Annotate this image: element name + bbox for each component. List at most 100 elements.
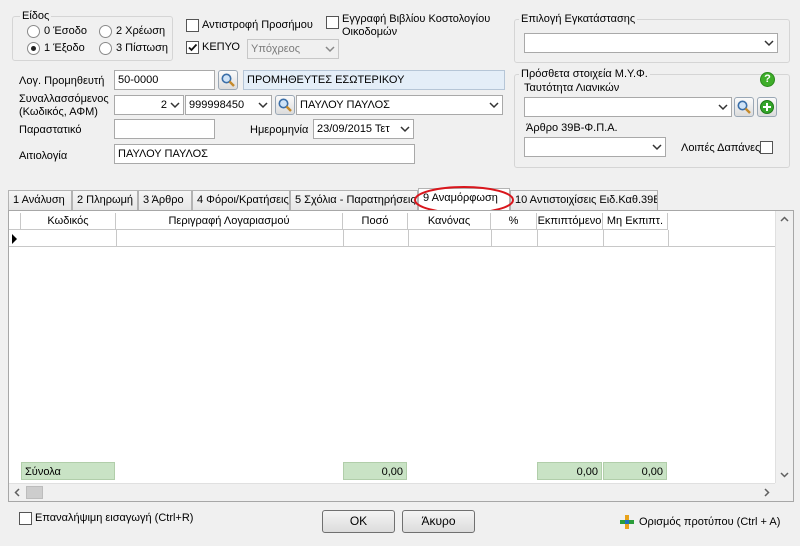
radio-expense[interactable] — [27, 42, 40, 55]
radio-expense-label: 1 Έξοδο — [44, 42, 85, 54]
facility-group-title: Επιλογή Εγκατάστασης — [519, 13, 638, 25]
radio-credit-label: 3 Πίστωση — [116, 42, 169, 54]
date-value: 23/09/2015 Τετ — [317, 123, 390, 135]
other-expenses-label: Λοιπές Δαπάνες — [681, 142, 761, 154]
grid-header-non-deductible[interactable]: Μη Εκπιπτ. — [603, 213, 668, 230]
tab-payment[interactable]: 2 Πληρωμή — [72, 190, 138, 210]
document-input[interactable] — [114, 119, 215, 139]
search-icon — [737, 100, 751, 114]
date-picker[interactable]: 23/09/2015 Τετ — [313, 119, 414, 139]
chevron-down-icon — [489, 102, 499, 109]
grid-row-separator — [116, 230, 117, 247]
radio-income[interactable] — [27, 25, 40, 38]
scroll-down-icon[interactable] — [776, 466, 793, 483]
search-icon — [278, 98, 292, 112]
facility-select[interactable] — [524, 33, 778, 53]
grid-row-separator — [408, 230, 409, 247]
retail-id-search-button[interactable] — [734, 97, 754, 117]
grid-row-separator — [491, 230, 492, 247]
counterparty-name-value: ΠΑΥΛΟΥ ΠΑΥΛΟΣ — [300, 99, 390, 111]
date-label: Ημερομηνία — [250, 124, 309, 136]
construction-book-checkbox[interactable] — [326, 16, 339, 29]
grid-row-separator — [603, 230, 604, 247]
tab-analysis[interactable]: 1 Ανάλυση — [8, 190, 72, 210]
supplier-code-input[interactable]: 50-0000 — [114, 70, 215, 90]
counterparty-afm-value: 999998450 — [189, 99, 245, 111]
counterparty-label-line2: (Κωδικός, ΑΦΜ) — [19, 106, 98, 118]
totals-label: Σύνολα — [21, 462, 115, 480]
other-expenses-checkbox[interactable] — [760, 141, 773, 154]
grid-panel[interactable] — [8, 210, 794, 502]
grid-row-separator — [537, 230, 538, 247]
scroll-right-icon[interactable] — [758, 484, 775, 501]
chevron-down-icon — [170, 102, 180, 109]
template-icon[interactable] — [619, 514, 635, 530]
total-deductible: 0,00 — [537, 462, 602, 480]
tab-article[interactable]: 3 Άρθρο — [138, 190, 192, 210]
grid-new-row[interactable] — [9, 230, 775, 247]
reverse-sign-checkbox[interactable] — [186, 19, 199, 32]
retail-id-label: Ταυτότητα Λιανικών — [524, 82, 620, 94]
counterparty-code-select[interactable]: 2 — [114, 95, 184, 115]
total-non-deductible: 0,00 — [603, 462, 667, 480]
retail-id-add-button[interactable] — [757, 97, 777, 117]
grid-row-separator — [668, 230, 669, 247]
article-39b-label: Άρθρο 39Β-Φ.Π.Α. — [526, 122, 618, 134]
retail-id-select[interactable] — [524, 97, 732, 117]
ok-button[interactable]: OK — [322, 510, 395, 533]
counterparty-afm-select[interactable]: 999998450 — [185, 95, 272, 115]
grid-header-indicator — [9, 213, 21, 230]
horizontal-scrollbar[interactable] — [9, 483, 775, 501]
chevron-down-icon — [400, 126, 410, 133]
scroll-corner — [775, 483, 793, 501]
horizontal-scroll-thumb[interactable] — [26, 486, 43, 499]
grid-header-deductible[interactable]: Εκπιπτόμενο — [537, 213, 603, 230]
grid-header-percent[interactable]: % — [491, 213, 537, 230]
supplier-search-button[interactable] — [218, 70, 238, 90]
reason-input[interactable]: ΠΑΥΛΟΥ ΠΑΥΛΟΣ — [114, 144, 415, 164]
repeat-entry-checkbox[interactable] — [19, 512, 32, 525]
radio-debit[interactable] — [99, 25, 112, 38]
grid-header-code[interactable]: Κωδικός — [21, 213, 116, 230]
scroll-left-icon[interactable] — [9, 484, 26, 501]
radio-credit[interactable] — [99, 42, 112, 55]
define-template-link[interactable]: Ορισμός προτύπου (Ctrl + A) — [639, 516, 780, 529]
chevron-down-icon — [718, 104, 728, 111]
counterparty-search-button[interactable] — [275, 95, 295, 115]
tab-correspondences-39b[interactable]: 10 Αντιστοιχίσεις Ειδ.Καθ.39Β — [510, 190, 658, 210]
search-icon — [221, 73, 235, 87]
vertical-scrollbar[interactable] — [775, 211, 793, 483]
help-icon[interactable]: ? — [760, 72, 775, 87]
kepyo-label: ΚΕΠΥΟ — [202, 41, 240, 53]
kepyo-status-select[interactable]: Υπόχρεος — [247, 39, 339, 59]
radio-debit-label: 2 Χρέωση — [116, 25, 166, 37]
row-pointer-icon — [12, 234, 17, 244]
scroll-up-icon[interactable] — [776, 211, 793, 228]
grid-header-amount[interactable]: Ποσό — [343, 213, 408, 230]
kepyo-checkbox[interactable] — [186, 41, 199, 54]
article-39b-select[interactable] — [524, 137, 666, 157]
total-amount: 0,00 — [343, 462, 407, 480]
document-label: Παραστατικό — [19, 124, 82, 136]
grid-header-rule[interactable]: Κανόνας — [408, 213, 491, 230]
chevron-down-icon — [764, 40, 774, 47]
kepyo-status-value: Υπόχρεος — [251, 43, 301, 55]
counterparty-name-select[interactable]: ΠΑΥΛΟΥ ΠΑΥΛΟΣ — [296, 95, 503, 115]
supplier-name-display: ΠΡΟΜΗΘΕΥΤΕΣ ΕΣΩΤΕΡΙΚΟΥ — [243, 70, 505, 90]
construction-book-label: Εγγραφή Βιβλίου Κοστολογίου Οικοδομών — [342, 13, 491, 38]
counterparty-code-value: 2 — [160, 99, 167, 111]
tab-taxes[interactable]: 4 Φόροι/Κρατήσεις — [192, 190, 290, 210]
supplier-account-label: Λογ. Προμηθευτή — [19, 75, 105, 87]
reverse-sign-label: Αντιστροφή Προσήμου — [202, 19, 313, 31]
add-icon — [760, 100, 774, 114]
chevron-down-icon — [258, 102, 268, 109]
reason-label: Αιτιολογία — [19, 150, 68, 162]
cancel-button[interactable]: Άκυρο — [402, 510, 475, 533]
counterparty-label-line1: Συναλλασσόμενος — [19, 93, 109, 105]
grid-row-separator — [343, 230, 344, 247]
grid-header-description[interactable]: Περιγραφή Λογαριασμού — [116, 213, 343, 230]
myf-group-title: Πρόσθετα στοιχεία Μ.Υ.Φ. — [519, 68, 650, 80]
tab-comments[interactable]: 5 Σχόλια - Παρατηρήσεις — [290, 190, 418, 210]
chevron-down-icon — [325, 46, 335, 53]
radio-income-label: 0 Έσοδο — [44, 25, 87, 37]
